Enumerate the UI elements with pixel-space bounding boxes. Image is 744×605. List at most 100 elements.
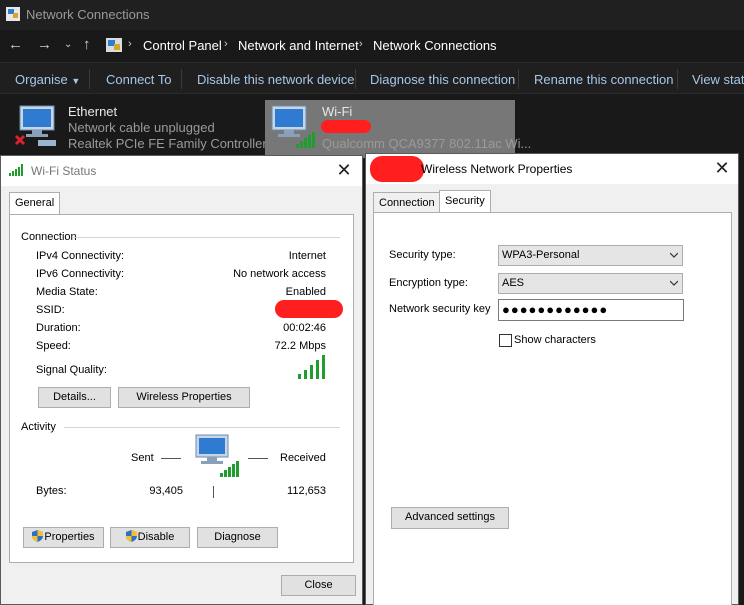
breadcrumb-chevron-icon[interactable]: ›: [224, 38, 228, 50]
show-characters-label[interactable]: Show characters: [514, 334, 596, 346]
rename-connection-command[interactable]: Rename this connection: [534, 72, 673, 87]
ethernet-connection-item[interactable]: Ethernet Network cable unplugged Realtek…: [0, 94, 267, 154]
tab-connection[interactable]: Connection: [373, 192, 441, 214]
wireless-properties-button[interactable]: Wireless Properties: [118, 387, 250, 408]
security-type-select[interactable]: WPA3-Personal: [498, 245, 683, 266]
uac-shield-icon: [32, 530, 44, 542]
breadcrumb-chevron-icon[interactable]: ›: [359, 38, 363, 50]
network-key-field[interactable]: ●●●●●●●●●●●●: [498, 299, 684, 321]
wifi-activity-computer-icon: [195, 434, 239, 477]
group-divider: [64, 427, 340, 428]
tab-security[interactable]: Security: [439, 190, 491, 213]
activity-divider: [213, 486, 214, 498]
wifi-adapter: Qualcomm QCA9377 802.11ac Wi...: [322, 136, 532, 151]
view-status-command[interactable]: View statu: [692, 72, 744, 87]
speed-label: Speed:: [36, 340, 71, 352]
chevron-down-icon: [670, 252, 678, 258]
tab-general[interactable]: General: [9, 192, 61, 215]
signal-bar: [304, 370, 307, 379]
received-line: [248, 458, 268, 459]
received-label: Received: [280, 452, 326, 464]
wifi-status-dialog: Wi-Fi Status ✕ General Connection IPv4 C…: [0, 155, 363, 605]
up-arrow-icon[interactable]: ↑: [83, 37, 91, 53]
duration-value: 00:02:46: [283, 322, 326, 334]
connection-heading: Connection: [21, 231, 77, 243]
disable-device-command[interactable]: Disable this network device: [197, 72, 355, 87]
general-panel: Connection IPv4 Connectivity: Internet I…: [9, 214, 354, 563]
organise-menu[interactable]: Organise ▼: [15, 72, 80, 87]
ipv6-label: IPv6 Connectivity:: [36, 268, 125, 280]
command-separator: [355, 69, 356, 89]
close-icon[interactable]: ✕: [334, 161, 354, 181]
encryption-type-select[interactable]: AES: [498, 273, 683, 294]
back-arrow-icon[interactable]: ←: [8, 37, 23, 53]
signal-bar: [298, 374, 301, 379]
ethernet-name: Ethernet: [68, 104, 118, 119]
wifi-name: Wi-Fi: [322, 104, 353, 119]
signal-bar: [316, 360, 319, 379]
breadcrumb-control-panel[interactable]: Control Panel: [143, 38, 222, 53]
dialog-title: Wireless Network Properties: [421, 162, 573, 176]
encryption-type-label: Encryption type:: [389, 277, 468, 289]
redacted-network-name: [370, 156, 424, 182]
breadcrumb-chevron-icon[interactable]: ›: [128, 38, 132, 50]
disable-button[interactable]: Disable: [110, 527, 190, 548]
explorer-titlebar: Network Connections: [0, 0, 744, 30]
activity-heading: Activity: [21, 421, 56, 433]
ethernet-adapter-icon: [14, 105, 56, 146]
ethernet-adapter: Realtek PCIe FE Family Controller: [68, 136, 267, 151]
advanced-settings-button[interactable]: Advanced settings: [391, 507, 509, 529]
window-title: Network Connections: [26, 7, 150, 22]
command-separator: [518, 69, 519, 89]
wifi-status-titlebar: Wi-Fi Status ✕: [1, 156, 362, 186]
security-type-value: WPA3-Personal: [502, 249, 580, 261]
network-connections-icon: [6, 7, 20, 21]
network-key-label: Network security key: [389, 303, 491, 315]
dialog-title: Wi-Fi Status: [31, 164, 97, 178]
signal-quality-bars: [298, 355, 328, 379]
security-type-label: Security type:: [389, 249, 456, 261]
speed-value: 72.2 Mbps: [274, 340, 326, 352]
close-icon[interactable]: ✕: [712, 159, 732, 179]
media-state-label: Media State:: [36, 286, 98, 298]
properties-button[interactable]: Properties: [23, 527, 104, 548]
details-button[interactable]: Details...: [38, 387, 111, 408]
ssid-label: SSID:: [36, 304, 65, 316]
diagnose-button[interactable]: Diagnose: [197, 527, 278, 548]
properties-label: Properties: [44, 531, 95, 543]
disable-label: Disable: [137, 531, 175, 543]
signal-bar: [322, 355, 325, 379]
signal-quality-label: Signal Quality:: [36, 364, 107, 376]
show-characters-checkbox[interactable]: [499, 334, 512, 347]
close-button[interactable]: Close: [281, 575, 356, 596]
diagnose-connection-command[interactable]: Diagnose this connection: [370, 72, 515, 87]
bytes-label: Bytes:: [36, 485, 67, 497]
breadcrumb-network-connections[interactable]: Network Connections: [373, 38, 497, 53]
signal-bars-icon: [9, 164, 23, 176]
forward-arrow-icon[interactable]: →: [37, 37, 52, 53]
recent-locations-chevron-icon[interactable]: ⌄: [64, 37, 72, 53]
sent-line: [161, 458, 181, 459]
encryption-type-value: AES: [502, 277, 525, 289]
wireless-properties-dialog: Wireless Network Properties ✕ Connection…: [365, 153, 739, 605]
command-separator: [677, 69, 678, 89]
sent-label: Sent: [131, 452, 154, 464]
wireless-properties-titlebar: Wireless Network Properties ✕: [366, 154, 738, 184]
command-separator: [89, 69, 90, 89]
signal-bar: [310, 365, 313, 379]
wifi-connection-details: Wi-Fi Qualcomm QCA9377 802.11ac Wi...: [265, 100, 531, 158]
bytes-received: 112,653: [287, 485, 326, 497]
organise-label: Organise: [15, 72, 68, 87]
control-panel-icon: [106, 38, 122, 52]
uac-shield-icon: [125, 530, 137, 542]
connect-to-command[interactable]: Connect To: [106, 72, 172, 87]
command-bar: Organise ▼ Connect To Disable this netwo…: [0, 62, 744, 94]
dropdown-arrow-icon: ▼: [71, 76, 81, 86]
media-state-value: Enabled: [285, 286, 326, 298]
duration-label: Duration:: [36, 322, 81, 334]
security-panel: Security type: WPA3-Personal Encryption …: [373, 212, 732, 605]
redacted-network-name: [321, 120, 371, 133]
breadcrumb-network-and-internet[interactable]: Network and Internet: [238, 38, 359, 53]
chevron-down-icon: [670, 280, 678, 286]
redacted-ssid: [275, 300, 343, 318]
